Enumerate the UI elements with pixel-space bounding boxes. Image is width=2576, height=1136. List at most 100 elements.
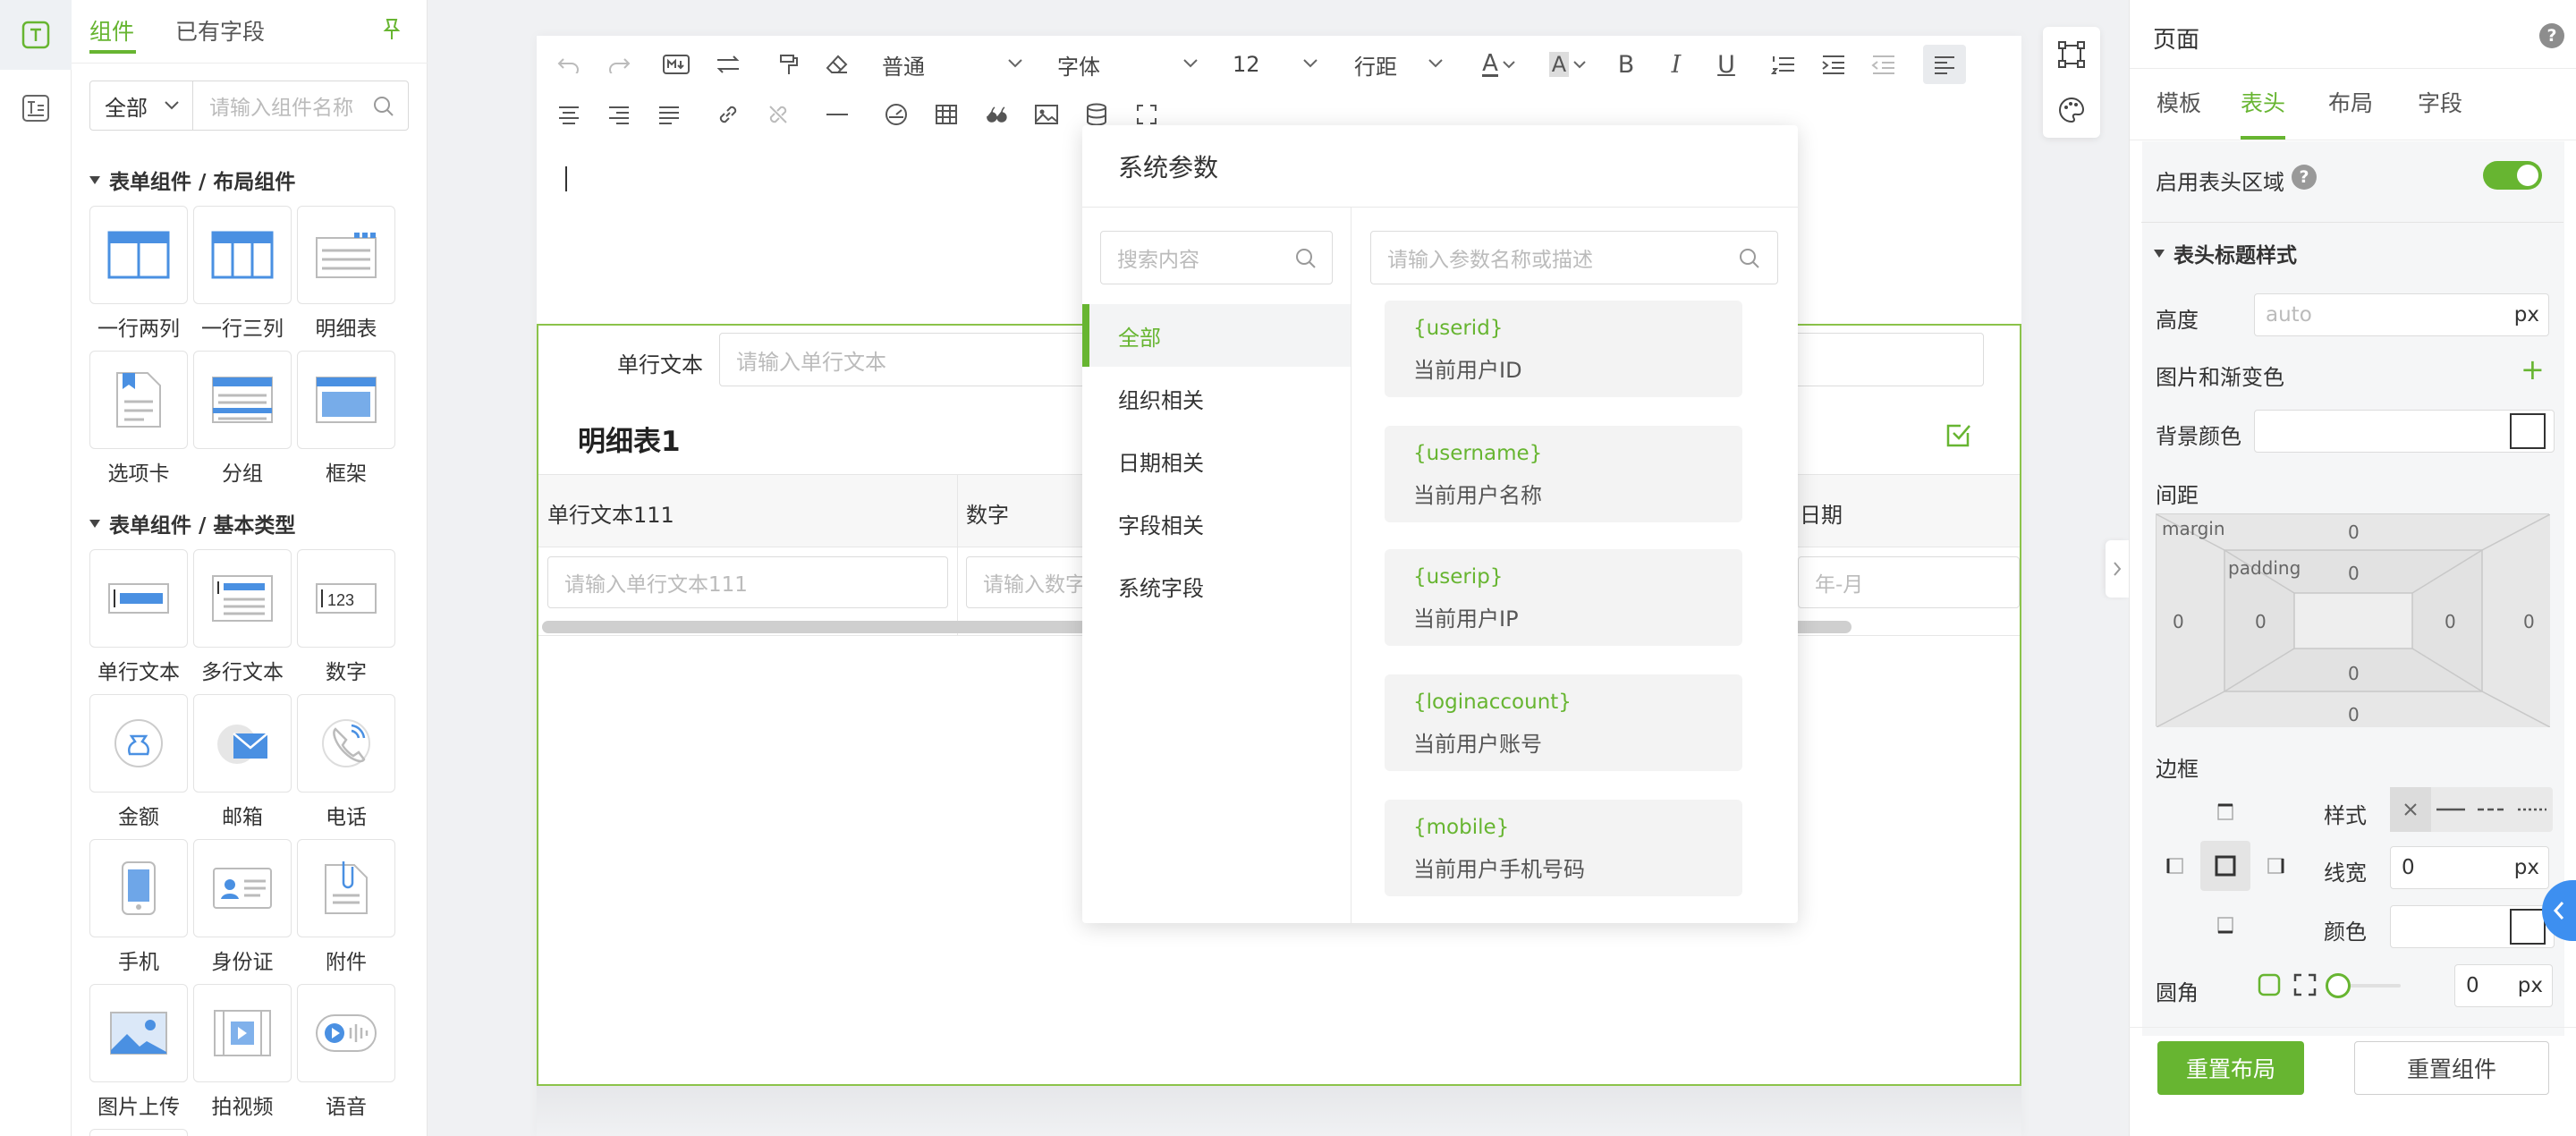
text-component-rail-button[interactable] [0, 0, 72, 70]
param-item[interactable]: {loginaccount} 当前用户账号 [1385, 674, 1742, 771]
enable-header-toggle[interactable] [2483, 161, 2542, 190]
undo-button[interactable] [551, 48, 587, 81]
section-header-title-style[interactable]: 表头标题样式 [2154, 238, 2297, 268]
component-search-input[interactable]: 请输入组件名称 [192, 81, 409, 131]
margin-top-value[interactable]: 0 [2348, 521, 2360, 543]
border-style-solid[interactable] [2431, 787, 2472, 832]
bg-color-swatch[interactable] [2510, 413, 2546, 449]
italic-button[interactable]: I [1660, 48, 1692, 81]
corner-select-icon[interactable] [2292, 971, 2318, 998]
tab-components[interactable]: 组件 [89, 14, 134, 47]
quote-button[interactable] [980, 98, 1013, 131]
single-text-input-extension[interactable] [1789, 333, 1984, 386]
add-icon[interactable]: + [2521, 352, 2545, 386]
toggle-source-button[interactable] [710, 48, 746, 81]
border-bottom-button[interactable] [2211, 911, 2240, 939]
markdown-button[interactable] [658, 48, 694, 81]
param-category-date[interactable]: 日期相关 [1082, 429, 1351, 492]
tab-layout[interactable]: 布局 [2328, 86, 2373, 118]
margin-right-value[interactable]: 0 [2523, 611, 2535, 632]
help-icon[interactable]: ? [2292, 165, 2317, 190]
component-multi-text[interactable] [193, 549, 292, 648]
column-input[interactable]: 请输入单行文本111 [547, 556, 948, 608]
component-video[interactable] [193, 984, 292, 1082]
reset-layout-button[interactable]: 重置布局 [2157, 1041, 2304, 1095]
tab-fields[interactable]: 字段 [2418, 86, 2462, 118]
ordered-list-button[interactable] [1766, 48, 1801, 81]
param-category-all[interactable]: 全部 [1082, 304, 1351, 367]
font-size-select[interactable]: 12 [1233, 48, 1318, 81]
component-amount[interactable] [89, 694, 188, 793]
param-item[interactable]: {username} 当前用户名称 [1385, 426, 1742, 522]
underline-button[interactable]: U [1710, 48, 1742, 81]
link-button[interactable] [712, 98, 744, 131]
horizontal-rule-button[interactable] [821, 98, 853, 131]
font-color-button[interactable]: A [1474, 48, 1524, 81]
component-id-card[interactable] [193, 839, 292, 937]
radius-input[interactable]: 0 px [2454, 964, 2553, 1007]
padding-left-value[interactable]: 0 [2255, 611, 2267, 632]
tab-existing-fields[interactable]: 已有字段 [175, 14, 265, 47]
collapse-panel-button[interactable] [2106, 540, 2129, 598]
clear-format-button[interactable] [819, 48, 855, 81]
padding-bottom-value[interactable]: 0 [2348, 663, 2360, 684]
unlink-button[interactable] [762, 98, 794, 131]
line-width-input[interactable]: 0 px [2390, 846, 2549, 889]
reset-component-button[interactable]: 重置组件 [2354, 1041, 2549, 1095]
component-mobile[interactable] [89, 839, 188, 937]
component-more[interactable] [89, 1129, 188, 1136]
rounded-corner-icon[interactable] [2256, 971, 2283, 998]
align-center-button[interactable] [553, 98, 585, 131]
align-left-button[interactable] [1923, 45, 1966, 84]
theme-button[interactable] [2043, 82, 2100, 138]
section-basic-components[interactable]: 表单组件 / 基本类型 [89, 508, 295, 538]
param-search-input[interactable]: 请输入参数名称或描述 [1370, 231, 1778, 284]
table-button[interactable] [930, 98, 962, 131]
border-style-dotted[interactable] [2512, 787, 2554, 832]
outdent-button[interactable] [1866, 48, 1902, 81]
param-category-system[interactable]: 系统字段 [1082, 555, 1351, 617]
param-item[interactable]: {mobile} 当前用户手机号码 [1385, 800, 1742, 896]
component-frame[interactable] [297, 351, 395, 449]
component-voice[interactable] [297, 984, 395, 1082]
component-group[interactable] [193, 351, 292, 449]
component-single-text[interactable] [89, 549, 188, 648]
component-image-upload[interactable] [89, 984, 188, 1082]
justify-button[interactable] [653, 98, 685, 131]
border-style-none[interactable] [2390, 787, 2431, 832]
chart-button[interactable] [880, 98, 912, 131]
format-painter-button[interactable] [771, 48, 807, 81]
section-layout-components[interactable]: 表单组件 / 布局组件 [89, 165, 295, 195]
border-left-button[interactable] [2161, 852, 2190, 880]
redo-button[interactable] [601, 48, 637, 81]
pin-icon[interactable] [381, 18, 402, 41]
margin-left-value[interactable]: 0 [2173, 611, 2184, 632]
bold-button[interactable]: B [1610, 48, 1642, 81]
paragraph-select[interactable]: 普通 [882, 48, 1023, 81]
component-email[interactable] [193, 694, 292, 793]
param-item[interactable]: {userid} 当前用户ID [1385, 301, 1742, 397]
indent-button[interactable] [1816, 48, 1852, 81]
category-search-input[interactable]: 搜索内容 [1100, 231, 1333, 284]
border-style-dashed[interactable] [2471, 787, 2512, 832]
param-category-org[interactable]: 组织相关 [1082, 367, 1351, 429]
component-detail-table[interactable] [297, 206, 395, 304]
select-frame-button[interactable] [2043, 27, 2100, 82]
component-phone[interactable] [297, 694, 395, 793]
column-input[interactable]: 年-月 [1798, 556, 2020, 608]
height-input[interactable]: auto px [2254, 293, 2549, 336]
category-select[interactable]: 全部 [89, 81, 193, 131]
tab-header[interactable]: 表头 [2241, 86, 2285, 118]
param-item[interactable]: {userip} 当前用户IP [1385, 549, 1742, 646]
image-button[interactable] [1030, 98, 1063, 131]
tab-template[interactable]: 模板 [2157, 86, 2201, 118]
single-text-input[interactable]: 请输入单行文本 [719, 333, 1095, 386]
select-check-icon[interactable] [1945, 420, 1973, 449]
border-color-swatch[interactable] [2510, 909, 2546, 945]
help-icon[interactable]: ? [2539, 23, 2564, 48]
padding-right-value[interactable]: 0 [2445, 611, 2456, 632]
margin-bottom-value[interactable]: 0 [2348, 704, 2360, 725]
border-top-button[interactable] [2211, 798, 2240, 827]
component-attachment[interactable] [297, 839, 395, 937]
align-right-button[interactable] [603, 98, 635, 131]
